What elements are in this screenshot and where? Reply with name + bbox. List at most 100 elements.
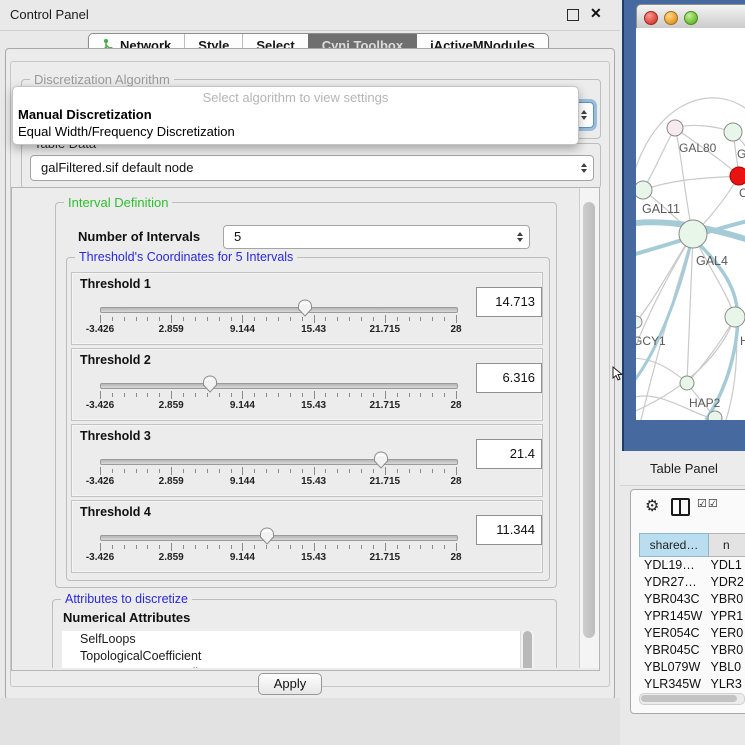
threshold-row-4: Threshold 4-3.4262.8599.14415.4321.71528…: [71, 500, 543, 573]
group-title-attributes: Attributes to discretize: [61, 592, 192, 606]
control-panel: Control Panel ✕ NetworkStyleSelectCyni T…: [0, 0, 620, 745]
network-node[interactable]: [667, 120, 683, 136]
slider-track[interactable]: [100, 383, 458, 389]
mac-close-icon[interactable]: [644, 11, 658, 25]
apply-button[interactable]: Apply: [258, 673, 322, 695]
threshold-label: Threshold 4: [80, 505, 151, 519]
mac-zoom-icon[interactable]: [684, 11, 698, 25]
numerical-attributes-list[interactable]: SelfLoopsTopologicalCoefficientBetweenne…: [62, 631, 520, 668]
popup-item-equal-width-frequency[interactable]: Equal Width/Frequency Discretization: [18, 124, 235, 139]
threshold-row-3: Threshold 3 -3.4262.8599.14415.4321.71528…: [71, 424, 543, 497]
attribute-list-item[interactable]: SelfLoops: [62, 631, 520, 648]
cell-shared-name: YBR045C: [639, 642, 707, 659]
number-of-intervals-label: Number of Intervals: [78, 229, 200, 244]
mac-minimize-icon[interactable]: [664, 11, 678, 25]
network-edge[interactable]: [643, 128, 675, 190]
slider-track[interactable]: [100, 459, 458, 465]
float-window-icon[interactable]: [567, 9, 579, 21]
threshold-row-1: Threshold 1-3.4262.8599.14415.4321.71528…: [71, 272, 543, 345]
threshold-row-2: Threshold 2 -3.4262.8599.14415.4321.71528…: [71, 348, 543, 421]
table-row[interactable]: YBL079WYBL0: [639, 659, 745, 676]
network-edge[interactable]: [643, 176, 739, 190]
cell-name: YER0: [707, 625, 745, 642]
threshold-value-field[interactable]: 6.316: [476, 363, 542, 393]
cell-shared-name: YDR27…: [639, 574, 707, 591]
network-view[interactable]: GAL80GACGAL11GAL4GCY1HHAP2: [636, 28, 745, 420]
network-node-label: C: [739, 186, 745, 200]
threshold-rows: Threshold 1 -3.4262.8599.14415.4321.71528…: [71, 272, 543, 576]
table-data-combo[interactable]: galFiltered.sif default node: [30, 155, 594, 181]
settings-vertical-scrollbar[interactable]: [579, 188, 599, 668]
network-node[interactable]: [680, 376, 694, 390]
network-node[interactable]: [724, 123, 742, 141]
network-node[interactable]: [708, 411, 722, 420]
slider-thumb[interactable]: [202, 375, 218, 393]
network-node[interactable]: [636, 181, 652, 199]
network-node-label: H: [740, 334, 745, 348]
number-of-intervals-value: 5: [234, 226, 241, 248]
cell-name: YBR0: [707, 591, 745, 608]
network-node[interactable]: [636, 316, 642, 328]
table-rows: YDL19…YDL1YDR27…YDR2YBR043CYBR0YPR145WYP…: [639, 557, 745, 693]
threshold-value-field[interactable]: 11.344: [476, 515, 542, 545]
column-header-shared-name[interactable]: shared…: [639, 533, 709, 557]
table-row[interactable]: YLR345WYLR3: [639, 676, 745, 693]
attribute-list-item[interactable]: TopologicalCoefficient: [62, 648, 520, 665]
cell-name: YBL0: [707, 659, 745, 676]
gear-icon[interactable]: ⚙: [645, 496, 659, 516]
network-node[interactable]: [730, 167, 745, 185]
table-row[interactable]: YBR043CYBR0: [639, 591, 745, 608]
network-node-label: HAP2: [689, 396, 721, 410]
slider-thumb[interactable]: [259, 527, 275, 545]
table-row[interactable]: YER054CYER0: [639, 625, 745, 642]
slider-track[interactable]: [100, 535, 458, 541]
network-window-titlebar[interactable]: [636, 4, 745, 30]
table-data-group: Table Data galFiltered.sif default node: [21, 143, 601, 189]
group-title-thresholds: Threshold's Coordinates for 5 Intervals: [75, 250, 297, 264]
table-horizontal-scrollbar[interactable]: [639, 693, 745, 705]
cell-name: YPR1: [707, 608, 745, 625]
column-header-name[interactable]: n: [709, 533, 745, 557]
table-header-row: shared… n: [639, 533, 745, 557]
interval-definition-group: Interval Definition Number of Intervals …: [55, 202, 557, 588]
cell-shared-name: YLR345W: [639, 676, 707, 693]
footer-strip: [0, 698, 620, 745]
threshold-label: Threshold 2: [80, 353, 151, 367]
slider-ticks: [72, 543, 542, 552]
table-row[interactable]: YBR045CYBR0: [639, 642, 745, 659]
table-row[interactable]: YDL19…YDL1: [639, 557, 745, 574]
cell-name: YDR2: [707, 574, 745, 591]
network-node[interactable]: [725, 307, 745, 327]
threshold-label: Threshold 1: [80, 277, 151, 291]
attributes-list-scrollbar[interactable]: [520, 631, 534, 668]
slider-thumb[interactable]: [297, 299, 313, 317]
thresholds-group: Threshold's Coordinates for 5 Intervals …: [66, 257, 550, 581]
settings-scrollpane: Interval Definition Number of Intervals …: [11, 187, 600, 671]
popup-item-manual-discretization[interactable]: Manual Discretization: [18, 107, 152, 122]
network-node-label: GA: [737, 147, 745, 161]
panel-title: Control Panel: [10, 7, 89, 22]
network-node[interactable]: [679, 220, 707, 248]
threshold-value-field[interactable]: 14.713: [476, 287, 542, 317]
network-window-frame: GAL80GACGAL11GAL4GCY1HHAP2: [622, 0, 745, 451]
threshold-value-field[interactable]: 21.4: [476, 439, 542, 469]
slider-thumb[interactable]: [373, 451, 389, 469]
slider-tick-labels: -3.4262.8599.14415.4321.71528: [72, 476, 542, 490]
number-of-intervals-combo[interactable]: 5: [223, 225, 530, 249]
cell-shared-name: YER054C: [639, 625, 707, 642]
checkbox-filter-icons[interactable]: ☑☑: [697, 497, 719, 510]
combo-stepper-icon: [581, 110, 587, 120]
slider-ticks: [72, 391, 542, 400]
column-layout-icon[interactable]: [671, 498, 690, 516]
network-node-label: GAL4: [696, 254, 728, 268]
network-edge[interactable]: [636, 358, 687, 383]
slider-tick-labels: -3.4262.8599.14415.4321.71528: [72, 400, 542, 414]
table-row[interactable]: YDR27…YDR2: [639, 574, 745, 591]
table-panel-body: ⚙ ☑☑ shared… n YDL19…YDL1YDR27…YDR2YBR04…: [630, 489, 745, 714]
table-row[interactable]: YPR145WYPR1: [639, 608, 745, 625]
threshold-label: Threshold 3: [80, 429, 151, 443]
close-icon[interactable]: ✕: [590, 5, 602, 22]
slider-track[interactable]: [100, 307, 458, 313]
table-data-combo-value: galFiltered.sif default node: [41, 156, 193, 180]
attribute-list-item[interactable]: BetweennessCentrality: [62, 665, 520, 668]
